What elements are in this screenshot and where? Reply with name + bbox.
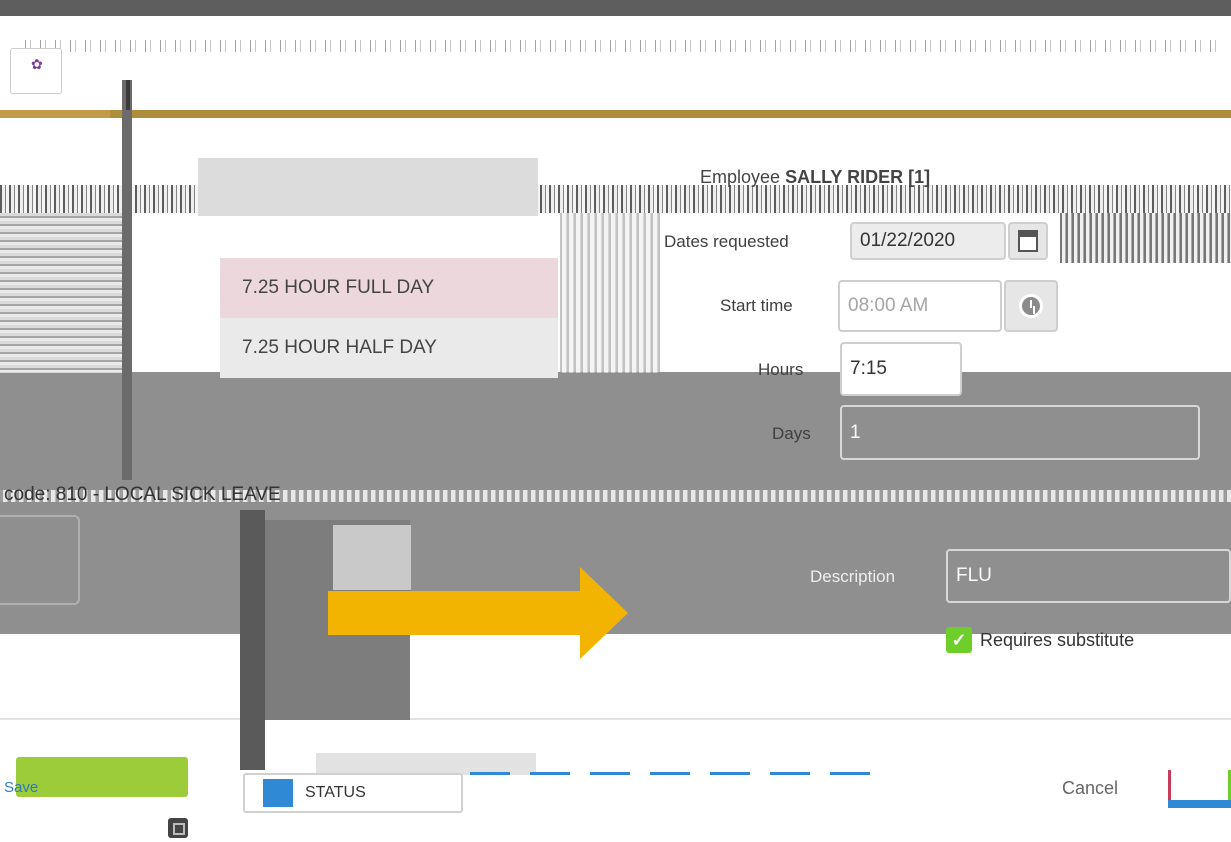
- dropdown-option-label: 7.25 HOUR HALF DAY: [242, 337, 437, 358]
- days-label: Days: [772, 424, 811, 443]
- description-value: FLU: [956, 565, 992, 586]
- left-field-box: [0, 515, 80, 605]
- description-label: Description: [810, 567, 896, 586]
- render-artifact-band: [0, 185, 1231, 213]
- start-time-value: 08:00 AM: [848, 295, 929, 316]
- description-input[interactable]: FLU: [946, 549, 1231, 603]
- hours-input[interactable]: 7:15: [840, 342, 962, 396]
- employee-line: Employee SALLY RIDER [1]: [700, 167, 930, 188]
- header-divider: [0, 110, 1231, 118]
- dates-value: 01/22/2020: [860, 230, 956, 251]
- time-code-dropdown-list: 7.25 HOUR FULL DAY 7.25 HOUR HALF DAY: [220, 258, 558, 378]
- requires-substitute-checkbox[interactable]: ✓: [946, 627, 972, 653]
- resize-icon[interactable]: [168, 818, 188, 838]
- status-label: STATUS: [305, 784, 366, 801]
- cancel-button[interactable]: Cancel: [1030, 770, 1150, 806]
- hours-label: Hours: [758, 360, 804, 379]
- render-artifact-left: [0, 213, 130, 373]
- clock-icon: [1019, 294, 1043, 318]
- header-divider-accent: [0, 110, 110, 118]
- submit-button-bar: [1168, 800, 1231, 808]
- vertical-divider-cap: [126, 80, 130, 110]
- dropdown-option-half-day[interactable]: 7.25 HOUR HALF DAY: [220, 318, 558, 378]
- calendar-icon: [1018, 230, 1038, 252]
- dropdown-option-label: 7.25 HOUR FULL DAY: [242, 277, 435, 298]
- footer-divider: [0, 718, 1231, 720]
- status-icon: [263, 779, 293, 807]
- status-button[interactable]: STATUS: [243, 773, 463, 813]
- window-top-bar: [0, 0, 1231, 16]
- calendar-button[interactable]: [1008, 222, 1048, 260]
- render-artifact-right: [1060, 213, 1231, 263]
- header-panel: [16, 16, 1216, 136]
- hours-value: 7:15: [850, 358, 887, 379]
- dates-label: Dates requested: [664, 232, 789, 251]
- start-time-input[interactable]: 08:00 AM: [838, 280, 1002, 332]
- start-time-label: Start time: [720, 296, 793, 315]
- vertical-divider: [122, 80, 132, 480]
- arrow-right-icon: [328, 567, 628, 659]
- footer-link-row: [470, 772, 880, 775]
- cancel-label: Cancel: [1061, 777, 1119, 798]
- logo-icon: ✿: [31, 57, 43, 73]
- render-artifact-mid: [560, 213, 660, 373]
- logo-button[interactable]: ✿: [10, 48, 62, 94]
- employee-name: SALLY RIDER [1]: [785, 167, 931, 187]
- requires-substitute-label: Requires substitute: [980, 629, 1135, 650]
- days-textarea[interactable]: 1: [840, 405, 1200, 460]
- dropdown-option-full-day[interactable]: 7.25 HOUR FULL DAY: [220, 258, 558, 318]
- dates-field[interactable]: 01/22/2020: [850, 222, 1006, 260]
- requires-substitute-row: ✓ Requires substitute: [946, 627, 1134, 653]
- time-code-line: code: 810 - LOCAL SICK LEAVE: [4, 484, 281, 505]
- save-label: Save: [4, 779, 39, 796]
- clock-button[interactable]: [1004, 280, 1058, 332]
- employee-label: Employee: [700, 167, 781, 187]
- vertical-divider-lower: [240, 510, 265, 770]
- header-text-row: [16, 40, 1216, 52]
- form-panel-lower-left: [0, 636, 240, 716]
- time-code-select[interactable]: [198, 158, 538, 216]
- save-button[interactable]: [16, 757, 188, 797]
- days-value: 1: [850, 421, 861, 443]
